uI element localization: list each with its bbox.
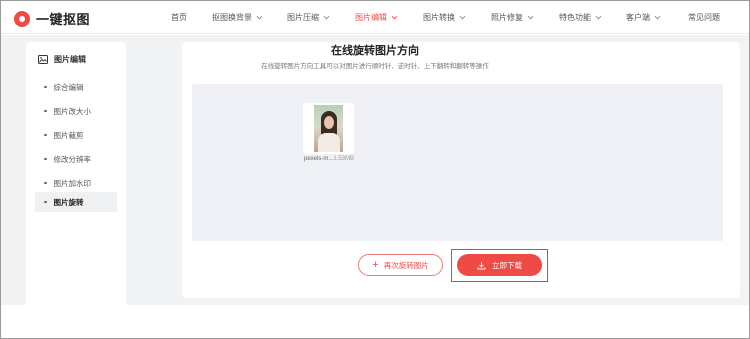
nav-item-label: 抠图换背景: [212, 13, 252, 22]
bullet-icon: [44, 157, 47, 161]
sidebar-item-label: 图片加水印: [53, 178, 92, 188]
top-navigation: 一键抠图 首页 抠图换背景 图片压缩 图片编辑 图片转换 照片修复 特色功能 客户端 常见问题: [0, 0, 750, 34]
download-label: 立即下载: [492, 260, 522, 270]
download-icon: [477, 261, 486, 270]
file-size: 1.53MB: [333, 156, 355, 162]
bullet-icon: [44, 133, 47, 137]
nav-item-label: 首页: [171, 13, 187, 22]
sidebar-item-label: 修改分辨率: [53, 154, 92, 164]
nav-item-label: 图片编辑: [355, 13, 387, 22]
bullet-icon: [44, 181, 47, 185]
nav-item-5[interactable]: 照片修复: [491, 12, 534, 23]
nav-item-4[interactable]: 图片转换: [423, 12, 466, 23]
chevron-down-icon: [256, 14, 263, 21]
sidebar-item-1[interactable]: 图片改大小: [35, 101, 117, 121]
sidebar-item-label: 图片旋转: [53, 197, 84, 207]
chevron-down-icon: [527, 14, 534, 21]
sidebar-item-5[interactable]: 图片旋转: [35, 192, 117, 212]
nav-item-3[interactable]: 图片编辑: [355, 12, 398, 23]
nav-item-label: 图片转换: [423, 13, 455, 22]
image-thumbnail[interactable]: [303, 103, 354, 154]
nav-item-label: 图片压缩: [287, 13, 319, 22]
chevron-down-icon: [323, 14, 330, 21]
download-button[interactable]: 立即下载: [457, 254, 542, 276]
nav-item-label: 特色功能: [559, 13, 591, 22]
nav-item-1[interactable]: 抠图换背景: [212, 12, 263, 23]
chevron-down-icon: [595, 14, 602, 21]
file-name: pexels-m...: [304, 156, 334, 162]
image-preview-area: [192, 84, 723, 241]
sidebar: 图片编辑 综合编辑 图片改大小 图片裁剪 修改分辨率 图片加水印 图片旋转: [26, 42, 126, 331]
sidebar-item-2[interactable]: 图片裁剪: [35, 125, 117, 145]
sidebar-item-0[interactable]: 综合编辑: [35, 77, 117, 97]
portrait-photo: [314, 105, 343, 152]
logo-icon: [14, 10, 30, 27]
nav-item-6[interactable]: 特色功能: [559, 12, 602, 23]
bullet-icon: [44, 200, 47, 204]
page-subtitle: 在线旋转图片方向工具可以对图片进行顺时针、逆时针、上下翻转和翻转等操作: [261, 63, 489, 70]
sidebar-item-label: 图片裁剪: [53, 130, 84, 140]
rotate-again-button[interactable]: + 再次旋转图片: [358, 254, 443, 276]
chevron-down-icon: [654, 14, 661, 21]
nav-item-label: 照片修复: [491, 13, 523, 22]
sidebar-item-3[interactable]: 修改分辨率: [35, 149, 117, 169]
plus-icon: +: [372, 258, 379, 271]
page-title: 在线旋转图片方向: [331, 45, 419, 57]
nav-item-8[interactable]: 常见问题: [688, 12, 720, 23]
sidebar-item-4[interactable]: 图片加水印: [35, 173, 117, 193]
nav-item-2[interactable]: 图片压缩: [287, 12, 330, 23]
bullet-icon: [44, 85, 47, 89]
chevron-down-icon: [391, 14, 398, 21]
sidebar-item-label: 综合编辑: [53, 82, 84, 92]
brand-logo[interactable]: 一键抠图: [14, 9, 90, 28]
nav-item-0[interactable]: 首页: [171, 12, 187, 23]
nav-item-label: 客户端: [626, 13, 650, 22]
nav-item-7[interactable]: 客户端: [626, 12, 661, 23]
rotate-again-label: 再次旋转图片: [383, 260, 429, 270]
chevron-down-icon: [459, 14, 466, 21]
nav-item-label: 常见问题: [688, 13, 720, 22]
sidebar-item-label: 图片改大小: [53, 106, 92, 116]
bullet-icon: [44, 109, 47, 113]
brand-name: 一键抠图: [36, 12, 91, 27]
file-caption: pexels-m...1.53MB: [304, 156, 354, 162]
